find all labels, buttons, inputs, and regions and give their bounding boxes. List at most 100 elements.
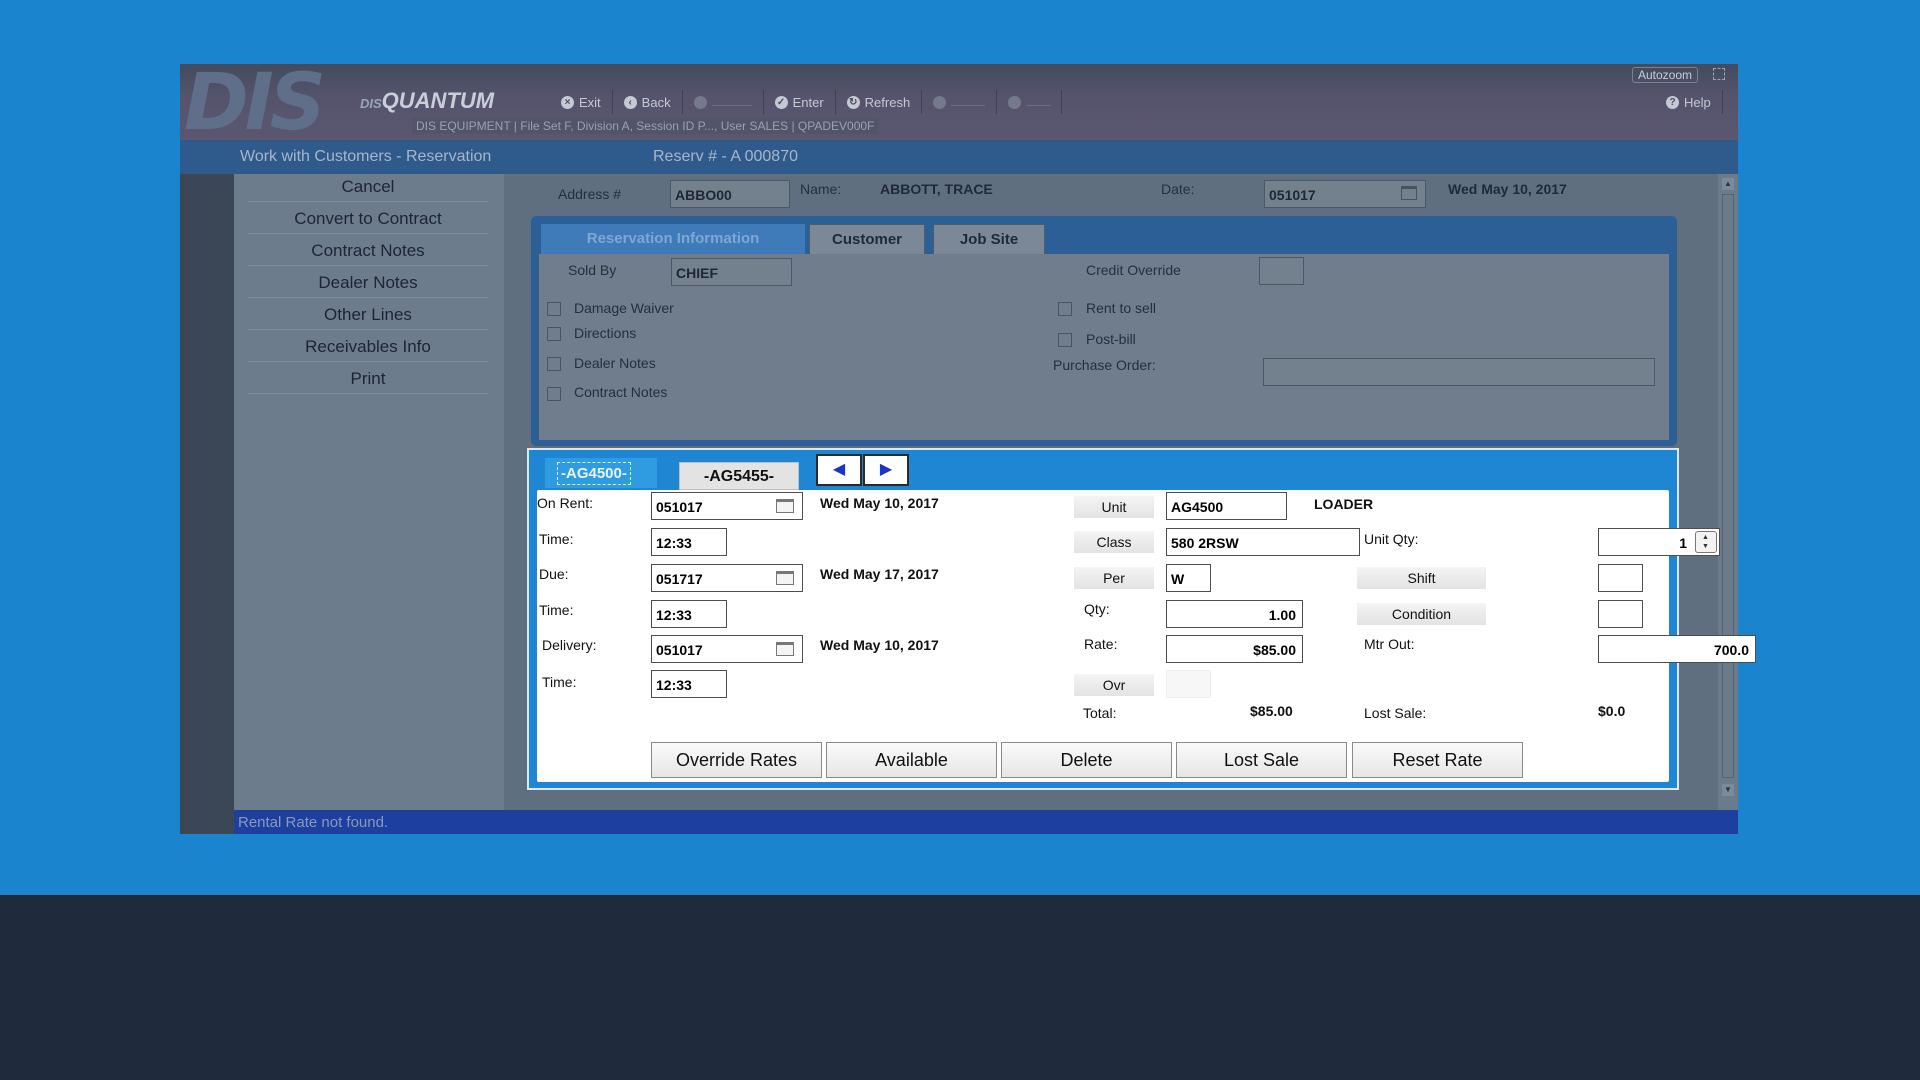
date-field[interactable]: 051017 [1264,180,1426,208]
tab-reservation-information[interactable]: Reservation Information [541,224,805,255]
tab-job-site[interactable]: Job Site [933,224,1045,255]
qty-field[interactable]: 1.00 [1166,600,1303,628]
address-field[interactable]: ABBO00 [670,180,790,208]
qty-label: Qty: [1084,601,1110,617]
back-button[interactable]: ‹ Back [613,90,683,114]
back-arrow-icon: ‹ [623,95,637,109]
class-lookup-button[interactable]: Class [1074,531,1154,553]
condition-field[interactable] [1598,600,1643,628]
due-field[interactable]: 051717 [651,564,803,592]
scroll-up-icon[interactable]: ▲ [1722,178,1734,190]
date-text: Wed May 10, 2017 [1448,181,1567,197]
blank-icon [1008,95,1022,109]
unit-field[interactable]: AG4500 [1166,492,1287,520]
enter-button[interactable]: ✓ Enter [764,90,836,114]
blank-icon [933,95,947,109]
delivery-field[interactable]: 051017 [651,635,803,663]
dealer-notes-label: Dealer Notes [574,355,656,371]
sidebar-item-other-lines[interactable]: Other Lines [248,300,488,330]
sidebar-item-receivables-info[interactable]: Receivables Info [248,332,488,362]
tab-customer[interactable]: Customer [809,224,925,255]
check-icon: ✓ [774,95,788,109]
directions-checkbox[interactable] [547,327,561,341]
ovr-button[interactable]: Ovr [1074,674,1154,696]
override-rates-button[interactable]: Override Rates [651,742,822,778]
purchase-order-field[interactable] [1263,358,1655,386]
disabled-toolbar-button-3[interactable] [997,90,1063,114]
scrollbar-track[interactable] [1722,194,1734,778]
refresh-label: Refresh [864,94,911,110]
sidebar-item-dealer-notes[interactable]: Dealer Notes [248,268,488,298]
on-rent-value: 051017 [656,499,703,515]
mtr-out-field[interactable]: 700.0 [1598,635,1756,663]
sold-by-field[interactable]: CHIEF [671,258,792,286]
previous-arrow-icon[interactable]: ◀ [816,454,862,486]
autozoom-button[interactable]: Autozoom [1632,67,1699,83]
sidebar-item-convert-to-contract[interactable]: Convert to Contract [248,204,488,234]
delivery-label: Delivery: [542,637,597,653]
rate-field[interactable]: $85.00 [1166,635,1303,663]
dealer-notes-checkbox[interactable] [547,357,561,371]
lost-sale-button[interactable]: Lost Sale [1176,742,1347,778]
on-rent-time-label: Time: [539,531,574,547]
shift-field[interactable] [1598,564,1643,592]
on-rent-time-field[interactable]: 12:33 [651,528,727,556]
due-label: Due: [539,566,569,582]
quantum-logo: DISQUANTUM [360,88,494,114]
calendar-icon[interactable] [1401,186,1417,200]
refresh-button[interactable]: ↻ Refresh [836,90,923,114]
next-arrow-icon[interactable]: ▶ [863,454,909,486]
scroll-down-icon[interactable]: ▼ [1722,784,1734,796]
unit-lookup-button[interactable]: Unit [1074,496,1154,518]
condition-lookup-button[interactable]: Condition [1357,603,1486,625]
spinner-up-icon[interactable]: ▲ [1702,534,1709,542]
expand-icon[interactable] [1713,68,1725,80]
unit-qty-spinner[interactable]: ▲ ▼ [1695,531,1717,553]
on-rent-field[interactable]: 051017 [651,492,803,520]
unit-qty-field[interactable]: 1 ▲ ▼ [1598,528,1720,556]
tab-ag4500-label: -AG4500- [557,462,631,485]
contract-notes-label: Contract Notes [574,384,668,400]
due-date-text: Wed May 17, 2017 [820,566,939,582]
shift-lookup-button[interactable]: Shift [1357,567,1486,589]
rent-to-sell-checkbox[interactable] [1058,302,1072,316]
help-button[interactable]: ? Help [1655,90,1723,114]
help-label: Help [1684,94,1711,110]
post-bill-checkbox[interactable] [1058,333,1072,347]
credit-override-field[interactable] [1259,257,1304,285]
sidebar-item-print[interactable]: Print [248,364,488,394]
sidebar: Cancel Convert to Contract Contract Note… [234,174,504,810]
total-label: Total: [1083,705,1117,721]
mtr-out-label: Mtr Out: [1364,636,1415,652]
vertical-scrollbar[interactable]: ▲ ▼ [1718,174,1738,810]
disabled-toolbar-button-1[interactable] [683,90,764,114]
delivery-time-field[interactable]: 12:33 [651,670,727,698]
sidebar-item-cancel[interactable]: Cancel [248,172,488,202]
app-header: DIS DISQUANTUM × Exit ‹ Back ✓ Enter ↻ Refre… [180,64,1738,148]
rent-to-sell-label: Rent to sell [1086,300,1157,316]
disabled-toolbar-button-2[interactable] [922,90,998,114]
per-lookup-button[interactable]: Per [1074,567,1154,589]
per-field[interactable]: W [1166,564,1211,592]
damage-waiver-checkbox[interactable] [547,302,561,316]
spinner-down-icon[interactable]: ▼ [1702,543,1709,551]
class-field[interactable]: 580 2RSW [1166,528,1360,556]
credit-override-label: Credit Override [1086,262,1181,278]
sold-by-label: Sold By [568,262,617,278]
tab-ag5455[interactable]: -AG5455- [679,462,799,490]
calendar-icon[interactable] [776,642,794,656]
sidebar-item-contract-notes[interactable]: Contract Notes [248,236,488,266]
delete-button[interactable]: Delete [1001,742,1172,778]
calendar-icon[interactable] [776,571,794,585]
contract-notes-checkbox[interactable] [547,387,561,401]
tab-ag4500[interactable]: -AG4500- [545,458,657,488]
exit-button[interactable]: × Exit [550,90,613,114]
due-time-label: Time: [539,602,574,618]
due-time-field[interactable]: 12:33 [651,600,727,628]
reset-rate-button[interactable]: Reset Rate [1352,742,1523,778]
available-button[interactable]: Available [826,742,997,778]
ovr-field[interactable] [1166,670,1211,698]
name-label: Name: [800,181,842,197]
on-rent-label: On Rent: [537,495,594,511]
calendar-icon[interactable] [776,499,794,513]
